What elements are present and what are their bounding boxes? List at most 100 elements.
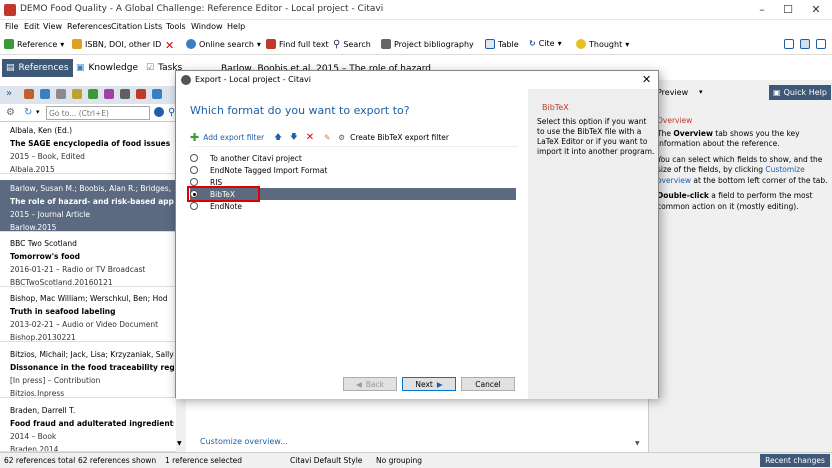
add-export-filter-button[interactable]: Add export filter [203, 133, 264, 142]
customize-overview-link[interactable]: Customize overview... [200, 437, 288, 446]
list-item[interactable]: Albala, Ken (Ed.) The SAGE encyclopedia … [0, 122, 176, 174]
citavi-logo-icon [4, 4, 16, 16]
delete-button[interactable]: ✕ [165, 39, 174, 52]
dialog-title: Export - Local project - Citavi [195, 75, 311, 84]
layout-right-icon[interactable] [816, 39, 826, 49]
list-icon[interactable] [56, 89, 66, 99]
list-item[interactable]: Bishop, Mac William; Werschkul, Ben; Hod… [0, 290, 176, 342]
menu-references[interactable]: References [67, 22, 111, 31]
layout-middle-icon[interactable] [800, 39, 810, 49]
search-button[interactable]: ⚲ Search [333, 39, 371, 50]
maximize-icon[interactable]: ☐ [778, 2, 798, 18]
filter-icon[interactable] [72, 89, 82, 99]
menu-file[interactable]: File [5, 22, 18, 31]
magic-wand-icon [72, 39, 82, 49]
tasks-tab-icon: ☑ [146, 63, 155, 73]
scroll-down-icon[interactable]: ▼ [177, 440, 182, 447]
dialog-main: Which format do you want to export to? ✚… [176, 89, 528, 399]
close-icon[interactable]: ✕ [806, 2, 826, 18]
delete-icon: ✕ [165, 39, 175, 52]
thought-button[interactable]: Thought ▾ [576, 39, 629, 49]
toolbar: Reference ▾ ISBN, DOI, other ID ✕ Online … [0, 35, 832, 55]
radio-button[interactable] [190, 178, 198, 186]
status-style[interactable]: Citavi Default Style [290, 456, 362, 465]
export-dialog: Export - Local project - Citavi ✕ Which … [175, 70, 659, 399]
status-selected: 1 reference selected [165, 456, 243, 465]
list-item-selected[interactable]: Barlow, Susan M.; Boobis, Alan R.; Bridg… [0, 180, 176, 232]
cite-button[interactable]: ↻ Cite ▾ [529, 39, 562, 48]
cancel-button[interactable]: Cancel [461, 377, 515, 391]
label-icon[interactable] [104, 89, 114, 99]
menu-help[interactable]: Help [227, 22, 245, 31]
dialog-description-panel: BibTeX Select this option if you want to… [528, 89, 658, 399]
group-icon[interactable] [88, 89, 98, 99]
flag-icon[interactable] [136, 89, 146, 99]
status-grouping[interactable]: No grouping [376, 456, 422, 465]
status-bar: 62 references total 62 references shown … [0, 452, 832, 468]
project-bibliography-button[interactable]: Project bibliography [381, 39, 474, 49]
menu-citation[interactable]: Citation [111, 22, 142, 31]
tab-knowledge[interactable]: ▣ Knowledge [72, 59, 142, 77]
layout-left-icon[interactable] [784, 39, 794, 49]
back-arrow-icon: ◀ [356, 379, 362, 389]
recent-changes-button[interactable]: Recent changes [760, 454, 830, 467]
plus-icon [4, 39, 14, 49]
sort-icon[interactable] [24, 89, 34, 99]
isbn-button[interactable]: ISBN, DOI, other ID [72, 39, 161, 49]
dialog-title-bar: Export - Local project - Citavi ✕ [176, 71, 658, 89]
online-search-button[interactable]: Online search ▾ [186, 39, 261, 49]
printer-icon [381, 39, 391, 49]
edit-filter-icon[interactable]: ✎ [324, 133, 330, 142]
next-button[interactable]: Next ▶ [402, 377, 456, 391]
minimize-icon[interactable]: – [752, 2, 772, 18]
create-export-filter-button[interactable]: Create BibTeX export filter [350, 133, 449, 142]
preview-tab[interactable]: Preview [657, 88, 688, 97]
quick-help-panel: Preview ▾ ▣ Quick Help Overview The Overv… [648, 80, 832, 452]
pdf-icon [266, 39, 276, 49]
radio-button[interactable] [190, 154, 198, 162]
globe-icon [186, 39, 196, 49]
description-title: BibTeX [542, 103, 569, 112]
menu-lists[interactable]: Lists [144, 22, 162, 31]
go-icon[interactable] [154, 107, 164, 117]
radio-button[interactable] [190, 166, 198, 174]
list-item[interactable]: BBC Two Scotland Tomorrow's food 2016-01… [0, 235, 176, 287]
menu-edit[interactable]: Edit [24, 22, 40, 31]
move-down-icon[interactable]: 🡇 [290, 131, 298, 144]
lightbulb-icon [576, 39, 586, 49]
quick-help-button[interactable]: ▣ Quick Help [769, 85, 831, 100]
list-item[interactable]: Bitzios, Michail; Jack, Lisa; Krzyzaniak… [0, 346, 176, 398]
editor-scroll-down-icon[interactable]: ▼ [635, 440, 640, 447]
dialog-close-icon[interactable]: ✕ [642, 73, 651, 86]
description-text: Select this option if you want to use th… [537, 117, 655, 156]
status-total: 62 references total [4, 456, 76, 465]
attachment-icon[interactable] [152, 89, 162, 99]
radio-button[interactable] [190, 202, 198, 210]
back-button[interactable]: ◀ Back [343, 377, 397, 391]
menu-view[interactable]: View [43, 22, 62, 31]
table-icon [485, 39, 495, 49]
search-options-icon[interactable]: ⚙ [6, 107, 15, 118]
citavi-icon [181, 75, 191, 85]
columns-icon[interactable] [120, 89, 130, 99]
tab-references[interactable]: ▤ References [2, 59, 73, 77]
quick-search-input[interactable] [46, 106, 150, 120]
new-reference-button[interactable]: Reference ▾ [4, 39, 64, 49]
knowledge-tab-icon: ▣ [76, 63, 85, 73]
delete-filter-icon[interactable]: ✕ [306, 132, 314, 143]
add-filter-icon[interactable]: ✚ [190, 131, 199, 144]
window-title: DEMO Food Quality - A Global Challenge: … [20, 4, 384, 14]
help-icon: ▣ [773, 88, 781, 97]
menu-window[interactable]: Window [191, 22, 223, 31]
list-item[interactable]: Braden, Darrell T. Food fraud and adulte… [0, 402, 176, 452]
menu-tools[interactable]: Tools [166, 22, 186, 31]
settings-icon[interactable]: ⚙ [338, 133, 345, 142]
format-option-endnote-tagged[interactable]: EndNote Tagged Import Format [190, 164, 516, 176]
move-up-icon[interactable]: 🡅 [274, 131, 282, 144]
find-full-text-button[interactable]: Find full text [266, 39, 329, 49]
selection-icon[interactable] [40, 89, 50, 99]
expand-icon[interactable]: » [6, 88, 12, 99]
refresh-icon[interactable]: ↻ [24, 107, 32, 118]
format-option-citavi[interactable]: To another Citavi project [190, 152, 516, 164]
table-button[interactable]: Table [485, 39, 519, 49]
